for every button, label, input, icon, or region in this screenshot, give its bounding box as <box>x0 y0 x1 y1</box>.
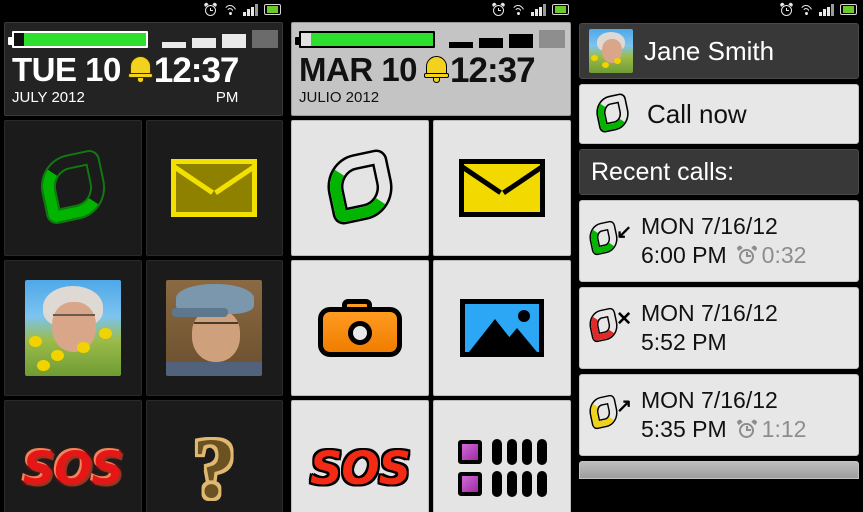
big-date: TUE 10 <box>12 51 121 88</box>
question-mark-icon: ? <box>192 420 236 512</box>
clock-icon <box>735 244 758 266</box>
status-bar <box>0 0 287 19</box>
signal-icon <box>819 4 834 16</box>
alarm-icon <box>491 2 506 16</box>
picture-icon <box>460 299 544 357</box>
big-date: MAR 10 <box>299 51 418 88</box>
recent-calls-header: Recent calls: <box>579 149 859 195</box>
status-meters <box>8 29 278 48</box>
status-bar <box>287 0 575 19</box>
call-now-button[interactable]: Call now <box>579 84 859 144</box>
signal-meter <box>162 29 278 48</box>
call-date: MON 7/16/12 <box>641 300 778 326</box>
date-block: TUE 10 JULY 2012 <box>12 52 121 107</box>
envelope-icon <box>459 159 545 217</box>
call-outgoing-icon: ↗ <box>588 394 633 436</box>
tile-help[interactable]: ? <box>145 400 283 512</box>
contact-header[interactable]: Jane Smith <box>579 23 859 79</box>
battery-meter <box>8 31 148 48</box>
tile-dialer[interactable] <box>433 400 571 512</box>
sub-date: JULY 2012 <box>12 89 85 106</box>
clock-ampm: PM <box>215 89 239 106</box>
phone-handset-icon <box>321 149 399 227</box>
clock-time: 12:37 <box>450 51 536 90</box>
panel-light-home: MAR 10 JULIO 2012 12:37 SOS <box>287 0 575 512</box>
call-time: 5:35 PM <box>641 416 727 442</box>
tile-sos[interactable]: SOS <box>4 400 142 512</box>
panel-dark-home: TUE 10 JULY 2012 12:37 PM SOS ? <box>0 0 287 512</box>
call-time: 6:00 PM <box>641 242 727 268</box>
contact-photo-man <box>166 280 263 376</box>
wifi-icon <box>799 4 814 16</box>
signal-icon <box>243 4 258 16</box>
battery-icon <box>552 4 569 15</box>
wifi-icon <box>223 4 238 16</box>
wifi-icon <box>511 4 526 16</box>
app-grid-dark: SOS ? <box>0 116 287 512</box>
call-incoming-icon: ↙ <box>588 220 633 262</box>
tile-messages[interactable] <box>433 120 571 256</box>
signal-meter <box>449 29 565 48</box>
screenshot-root: TUE 10 JULY 2012 12:37 PM SOS ? MAR 10 J… <box>0 0 863 512</box>
tile-phone[interactable] <box>291 120 429 256</box>
envelope-icon <box>171 159 258 217</box>
clock-widget[interactable]: TUE 10 JULY 2012 12:37 PM <box>4 22 283 116</box>
tile-camera[interactable] <box>291 260 429 396</box>
alarm-icon <box>203 2 218 16</box>
clock-time: 12:37 <box>153 51 240 90</box>
call-date: MON 7/16/12 <box>641 213 778 239</box>
battery-icon <box>264 4 281 15</box>
avatar <box>589 29 633 73</box>
phone-handset-icon <box>593 94 633 134</box>
clock-icon <box>735 418 758 440</box>
call-duration: 1:12 <box>761 416 807 442</box>
sub-date: JULIO 2012 <box>299 89 380 106</box>
bell-icon <box>127 55 154 85</box>
tile-gallery[interactable] <box>433 260 571 396</box>
panel-contact-detail: Jane Smith Call now Recent calls: ↙ MON … <box>575 0 863 512</box>
status-bar <box>575 0 863 19</box>
time-block: 12:37 PM <box>127 52 239 106</box>
recent-call-item-3[interactable]: ↗ MON 7/16/12 5:35 PM 1:12 <box>579 374 859 456</box>
tile-contact-man[interactable] <box>145 260 283 396</box>
contact-detail-body: Jane Smith Call now Recent calls: ↙ MON … <box>575 19 863 483</box>
contact-name: Jane Smith <box>644 35 775 66</box>
call-duration: 0:32 <box>761 242 807 268</box>
signal-icon <box>531 4 546 16</box>
app-grid-light: SOS <box>287 116 575 512</box>
bell-icon <box>423 55 450 85</box>
time-block: 12:37 <box>423 51 536 90</box>
keypad-icon <box>457 439 547 497</box>
recent-call-item-partial[interactable] <box>579 461 859 479</box>
battery-icon <box>840 4 857 15</box>
tile-messages[interactable] <box>145 120 283 256</box>
camera-icon <box>318 299 402 357</box>
recent-call-item-1[interactable]: ↙ MON 7/16/12 6:00 PM 0:32 <box>579 200 859 282</box>
date-block: MAR 10 JULIO 2012 <box>299 51 418 107</box>
call-duration-group: 0:32 <box>735 242 807 269</box>
clock-widget[interactable]: MAR 10 JULIO 2012 12:37 <box>291 22 571 116</box>
battery-meter <box>295 31 435 48</box>
call-duration-group: 1:12 <box>735 416 807 443</box>
status-meters <box>295 29 565 48</box>
recent-calls-title: Recent calls: <box>591 157 735 186</box>
sos-icon: SOS <box>309 441 411 495</box>
phone-handset-icon <box>34 149 112 227</box>
alarm-icon <box>779 2 794 16</box>
call-now-label: Call now <box>647 98 747 129</box>
recent-call-item-2[interactable]: ✕ MON 7/16/12 5:52 PM <box>579 287 859 369</box>
call-date: MON 7/16/12 <box>641 387 778 413</box>
tile-phone[interactable] <box>4 120 142 256</box>
call-missed-icon: ✕ <box>588 307 633 349</box>
tile-sos[interactable]: SOS <box>291 400 429 512</box>
call-time: 5:52 PM <box>641 329 727 355</box>
contact-photo-woman <box>24 280 121 376</box>
tile-contact-jane[interactable] <box>4 260 142 396</box>
sos-icon: SOS <box>22 441 124 495</box>
